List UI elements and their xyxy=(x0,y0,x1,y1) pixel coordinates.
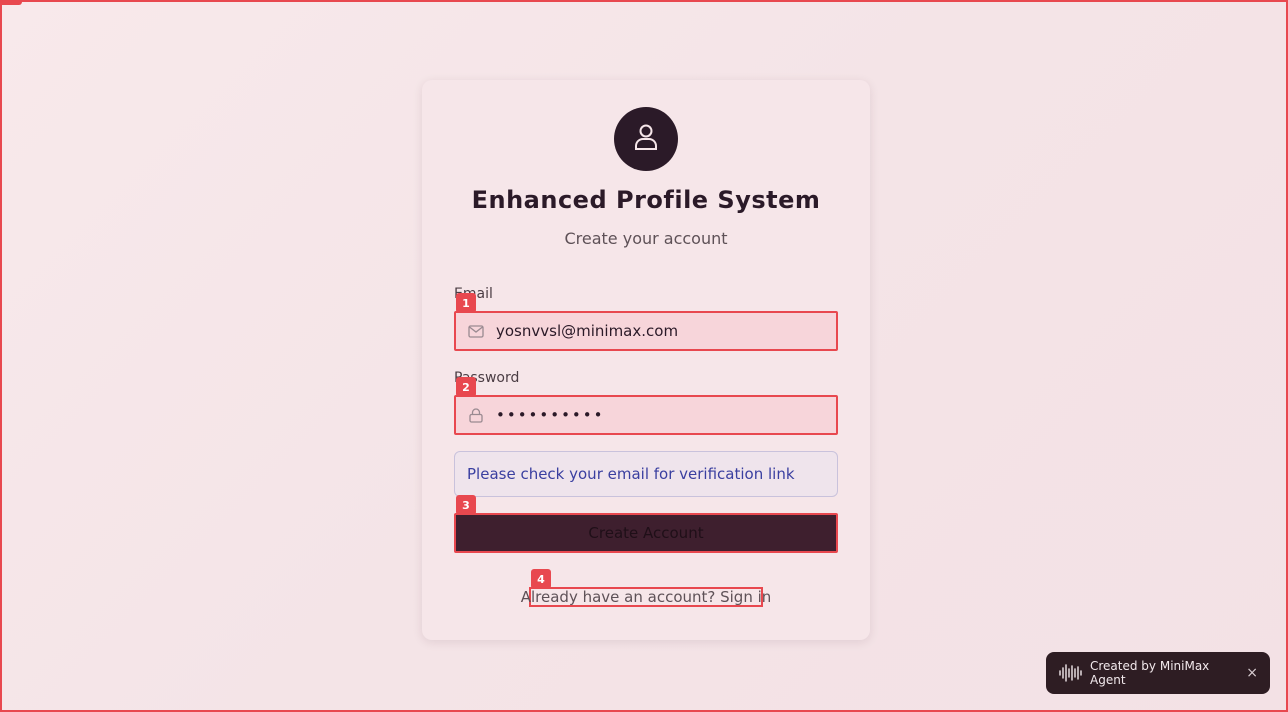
toast-text: Created by MiniMax Agent xyxy=(1090,659,1210,687)
corner-marker xyxy=(2,2,22,5)
waveform-icon xyxy=(1058,663,1082,683)
signup-card: Enhanced Profile System Create your acco… xyxy=(422,80,870,640)
sign-in-link[interactable]: Already have an account? Sign in xyxy=(521,587,771,607)
create-account-button[interactable]: Create Account xyxy=(454,513,838,553)
user-icon xyxy=(633,123,659,155)
email-field[interactable]: yosnvvsl@minimax.com xyxy=(454,311,838,351)
annotation-badge: 1 xyxy=(456,293,476,313)
verification-notice: Please check your email for verification… xyxy=(454,451,838,497)
mail-icon xyxy=(456,324,496,338)
email-value: yosnvvsl@minimax.com xyxy=(496,322,679,340)
annotation-badge: 4 xyxy=(531,569,551,589)
password-field[interactable]: •••••••••• xyxy=(454,395,838,435)
page-title: Enhanced Profile System xyxy=(471,186,821,214)
annotation-badge: 3 xyxy=(456,495,476,515)
lock-icon xyxy=(456,407,496,423)
password-value: •••••••••• xyxy=(496,406,605,424)
avatar xyxy=(614,107,678,171)
close-icon[interactable]: × xyxy=(1246,665,1258,681)
annotation-badge: 2 xyxy=(456,377,476,397)
created-by-toast: Created by MiniMax Agent × xyxy=(1046,652,1270,694)
page-subtitle: Create your account xyxy=(564,229,728,248)
